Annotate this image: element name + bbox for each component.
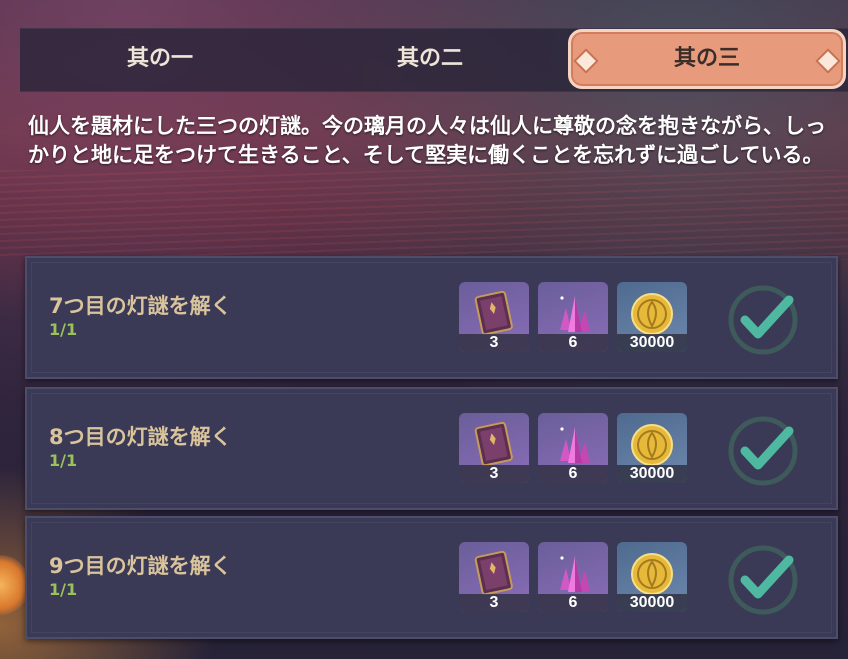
reward-item[interactable]: 3 <box>459 413 529 483</box>
task-row: 9つ目の灯謎を解く 1/1 3 6 30000 <box>25 516 838 639</box>
reward-count: 30000 <box>617 465 687 483</box>
task-title: 8つ目の灯謎を解く <box>49 425 232 449</box>
task-row: 7つ目の灯謎を解く 1/1 3 6 30000 <box>25 256 838 379</box>
diamond-ornament-icon <box>815 48 841 74</box>
reward-count: 3 <box>459 334 529 352</box>
reward-count: 6 <box>538 594 608 612</box>
reward-item[interactable]: 6 <box>538 542 608 612</box>
reward-item[interactable]: 30000 <box>617 413 687 483</box>
tab-part-one[interactable]: 其の一 <box>40 29 280 91</box>
reward-count: 6 <box>538 465 608 483</box>
tab-part-three-label: 其の三 <box>673 46 740 71</box>
completed-check-icon <box>728 285 798 355</box>
reward-count: 3 <box>459 465 529 483</box>
task-title: 9つ目の灯謎を解く <box>49 554 232 578</box>
event-description: 仙人を題材にした三つの灯謎。今の璃月の人々は仙人に尊敬の念を抱きながら、しっかり… <box>28 114 826 167</box>
reward-item[interactable]: 30000 <box>617 282 687 352</box>
diamond-ornament-icon <box>573 48 599 74</box>
tab-bar: 其の一 其の二 其の三 <box>20 28 848 92</box>
reward-item[interactable]: 6 <box>538 413 608 483</box>
reward-item[interactable]: 6 <box>538 282 608 352</box>
reward-count: 6 <box>538 334 608 352</box>
reward-item[interactable]: 3 <box>459 282 529 352</box>
task-title: 7つ目の灯謎を解く <box>49 294 232 318</box>
task-progress: 1/1 <box>49 580 78 599</box>
completed-check-icon <box>728 416 798 486</box>
completed-check-icon <box>728 545 798 615</box>
task-progress: 1/1 <box>49 320 78 339</box>
reward-count: 3 <box>459 594 529 612</box>
reward-count: 30000 <box>617 594 687 612</box>
tab-part-three[interactable]: 其の三 <box>568 29 846 89</box>
task-row: 8つ目の灯謎を解く 1/1 3 6 30000 <box>25 387 838 510</box>
task-progress: 1/1 <box>49 451 78 470</box>
reward-count: 30000 <box>617 334 687 352</box>
reward-item[interactable]: 30000 <box>617 542 687 612</box>
tab-part-two[interactable]: 其の二 <box>310 29 550 91</box>
background-streaks <box>0 170 848 260</box>
reward-item[interactable]: 3 <box>459 542 529 612</box>
